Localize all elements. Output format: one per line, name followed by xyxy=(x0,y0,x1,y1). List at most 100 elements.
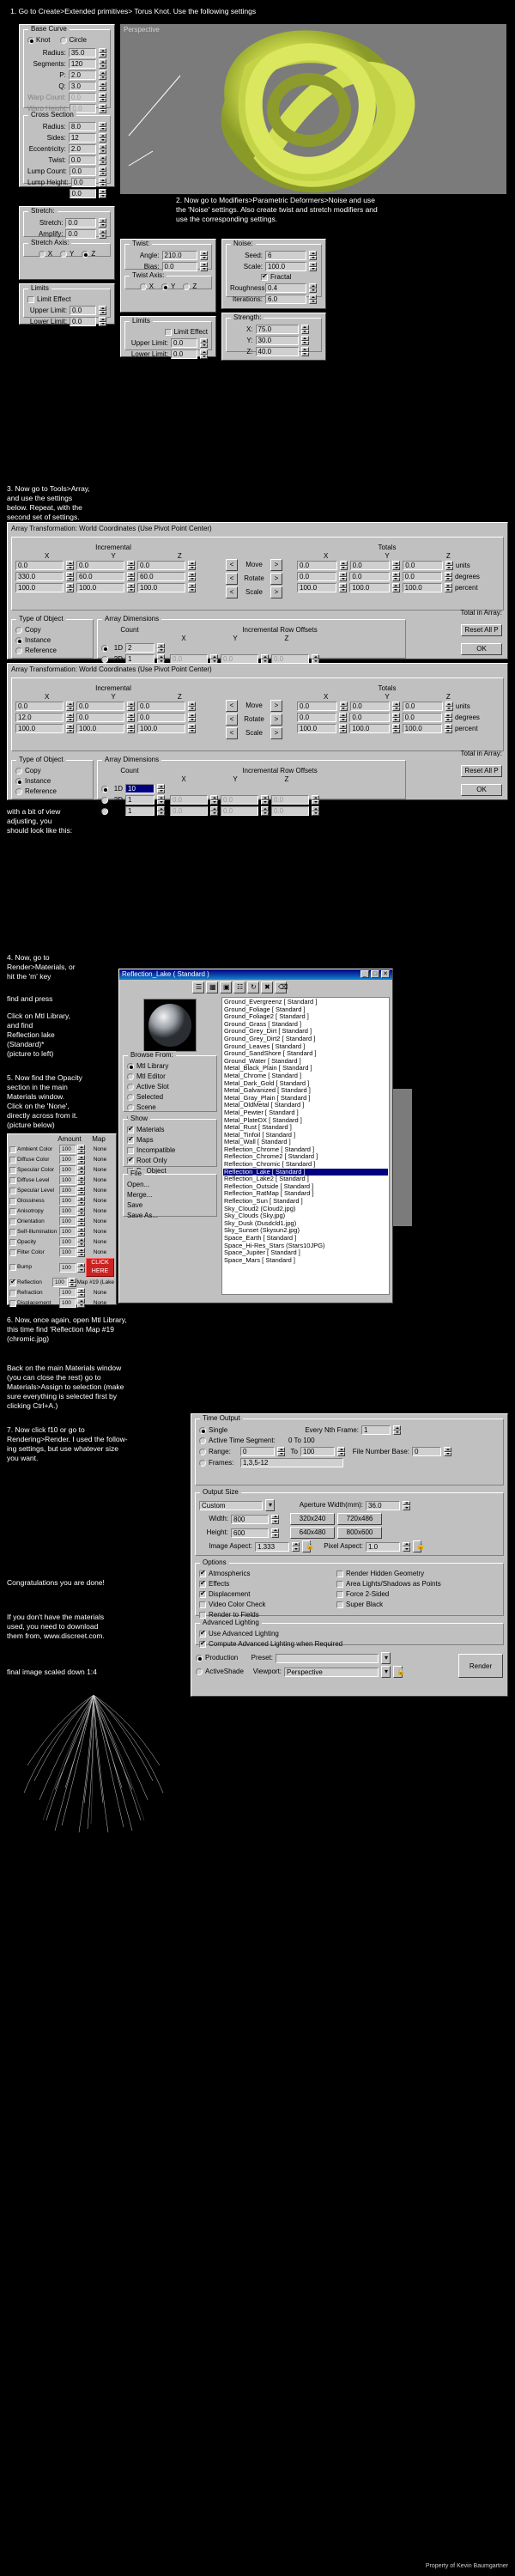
array1-rotate-right-arrow[interactable]: > xyxy=(270,573,282,585)
p-field[interactable]: 2.0 xyxy=(68,70,96,80)
cs-lump-height-field[interactable]: 0.0 xyxy=(70,178,96,187)
specular-level-amount[interactable]: 100 xyxy=(59,1186,76,1195)
array2-rotate-right-arrow[interactable]: > xyxy=(270,714,282,726)
width-spinner[interactable] xyxy=(271,1514,279,1524)
every-nth-field[interactable]: 1 xyxy=(361,1425,391,1435)
array2-rotate-left-arrow[interactable]: < xyxy=(226,714,238,726)
displacement-render-checkbox[interactable] xyxy=(199,1589,206,1598)
array2-scale-inc-z[interactable]: 100.0 xyxy=(137,724,185,733)
array2-move-inc-y-spinner[interactable] xyxy=(127,702,135,711)
displacement-checkbox[interactable] xyxy=(9,1299,16,1307)
p-spinner[interactable] xyxy=(99,70,106,80)
noise-scale-spinner[interactable] xyxy=(309,262,317,271)
array2-move-inc-z-spinner[interactable] xyxy=(188,702,196,711)
reflection-amount[interactable]: 100 xyxy=(52,1278,68,1287)
array2-dim-1d-count-spinner[interactable] xyxy=(157,784,165,793)
cs-ecc-spinner[interactable] xyxy=(99,144,106,154)
cs-twist-field[interactable]: 0.0 xyxy=(68,155,96,165)
diffuse-level-spinner[interactable] xyxy=(77,1176,85,1185)
iterations-spinner[interactable] xyxy=(309,295,317,304)
orientation-spinner[interactable] xyxy=(77,1217,85,1226)
width-field[interactable]: 800 xyxy=(231,1514,269,1524)
aperture-width-spinner[interactable] xyxy=(403,1500,410,1510)
cs-radius-field[interactable]: 8.0 xyxy=(68,122,96,131)
array2-dim-2d-count-spinner[interactable] xyxy=(157,795,165,805)
video-color-check-checkbox[interactable] xyxy=(199,1601,206,1608)
height-field[interactable]: 600 xyxy=(231,1528,269,1538)
array2-scale-tot-y[interactable]: 100.0 xyxy=(349,724,390,733)
clear-icon[interactable]: ⌫ xyxy=(275,981,288,993)
specular-color-checkbox[interactable] xyxy=(9,1166,16,1174)
glossiness-amount[interactable]: 100 xyxy=(59,1196,76,1206)
array2-rotate-inc-x[interactable]: 12.0 xyxy=(15,713,64,722)
array1-move-inc-z[interactable]: 0.0 xyxy=(137,561,185,570)
array1-scale-right-arrow[interactable]: > xyxy=(270,586,282,598)
output-preset-select[interactable]: Custom xyxy=(199,1500,263,1510)
array2-dim-2d-z-spinner[interactable] xyxy=(312,795,319,805)
array2-move-tot-z[interactable]: 0.0 xyxy=(403,702,443,711)
array2-move-left-arrow[interactable]: < xyxy=(226,700,238,712)
array2-dim-1d-radio[interactable] xyxy=(101,785,108,793)
stretch-limit-effect-checkbox[interactable] xyxy=(27,296,34,303)
cs-sides-field[interactable]: 12 xyxy=(68,133,96,143)
array2-dim-3d-x-spinner[interactable] xyxy=(210,806,218,816)
refraction-amount[interactable]: 100 xyxy=(59,1288,76,1297)
refraction-map[interactable]: None xyxy=(86,1289,114,1297)
array2-move-tot-z-spinner[interactable] xyxy=(445,702,453,711)
pixel-aspect-spinner[interactable] xyxy=(403,1541,410,1552)
array2-dim-2d-z[interactable]: 0.0 xyxy=(271,795,309,805)
array1-rotate-inc-x-spinner[interactable] xyxy=(66,572,74,581)
twist-lower-limit-field[interactable]: 0.0 xyxy=(171,349,197,359)
array1-rotate-inc-z[interactable]: 60.0 xyxy=(137,572,185,581)
displacement-map[interactable]: None xyxy=(86,1299,114,1308)
array1-scale-tot-x-spinner[interactable] xyxy=(339,583,348,592)
array2-rotate-tot-x-spinner[interactable] xyxy=(339,713,348,722)
filter-color-spinner[interactable] xyxy=(77,1248,85,1257)
stretch-lower-limit-spinner[interactable] xyxy=(99,317,106,326)
array1-dim-1d-count[interactable]: 2 xyxy=(125,643,154,653)
range-from-field[interactable]: 0 xyxy=(240,1447,275,1456)
stretch-axis-z[interactable] xyxy=(82,251,89,258)
array2-move-tot-y[interactable]: 0.0 xyxy=(349,702,391,711)
file-number-base-field[interactable]: 0 xyxy=(412,1447,441,1456)
diffuse-level-checkbox[interactable] xyxy=(9,1176,16,1184)
warp-count-field[interactable]: 0.0 xyxy=(68,93,96,102)
time-range-radio[interactable] xyxy=(199,1448,206,1455)
twist-axis-x[interactable] xyxy=(139,283,147,290)
show-incompatible-checkbox[interactable] xyxy=(127,1147,134,1154)
array2-dim-2d-x[interactable]: 0.0 xyxy=(170,795,208,805)
reflection-spinner[interactable] xyxy=(68,1278,76,1287)
array2-ok-button[interactable]: OK xyxy=(461,784,502,796)
array1-scale-tot-z[interactable]: 100.0 xyxy=(402,583,442,592)
array2-dim-3d-z[interactable]: 0.0 xyxy=(271,806,309,816)
array1-scale-inc-y-spinner[interactable] xyxy=(127,583,135,592)
use-advanced-lighting-checkbox[interactable] xyxy=(199,1629,206,1637)
stretch-lower-limit-field[interactable]: 0.0 xyxy=(70,317,96,326)
preset-640x480-button[interactable]: 640x480 xyxy=(290,1527,335,1539)
time-frames-radio[interactable] xyxy=(199,1459,206,1467)
file-saveas-item[interactable]: Save As... xyxy=(127,1212,213,1220)
bump-checkbox[interactable] xyxy=(9,1264,16,1271)
array2-move-inc-x[interactable]: 0.0 xyxy=(15,702,64,711)
view-list-icon[interactable]: ☰ xyxy=(192,981,204,993)
bump-amount[interactable]: 100 xyxy=(59,1262,76,1273)
twist-limit-effect-checkbox[interactable] xyxy=(164,329,172,336)
atmospherics-checkbox[interactable] xyxy=(199,1569,206,1577)
array2-scale-inc-y[interactable]: 100.0 xyxy=(76,724,124,733)
view-details-icon[interactable]: ☷ xyxy=(233,981,245,993)
image-aspect-lock-icon[interactable]: 🔒 xyxy=(302,1540,314,1552)
viewport-torus-knot[interactable]: Perspective xyxy=(120,24,506,194)
area-lights-checkbox[interactable] xyxy=(336,1581,343,1588)
refraction-spinner[interactable] xyxy=(77,1288,85,1297)
array1-rotate-tot-x-spinner[interactable] xyxy=(339,572,348,581)
array2-scale-left-arrow[interactable]: < xyxy=(226,727,238,739)
radius-field[interactable]: 35.0 xyxy=(68,48,96,58)
cs-lump-offset-field[interactable]: 0.0 xyxy=(69,189,96,198)
array1-scale-inc-z-spinner[interactable] xyxy=(188,583,196,592)
strength-x-field[interactable]: 75.0 xyxy=(255,325,299,334)
array1-rotate-tot-z-spinner[interactable] xyxy=(444,572,452,581)
cs-lump-offset-spinner[interactable] xyxy=(99,189,106,198)
array2-dim-3d-x[interactable]: 0.0 xyxy=(170,806,208,816)
array1-rotate-left-arrow[interactable]: < xyxy=(226,573,238,585)
array1-rotate-tot-x[interactable]: 0.0 xyxy=(297,572,337,581)
